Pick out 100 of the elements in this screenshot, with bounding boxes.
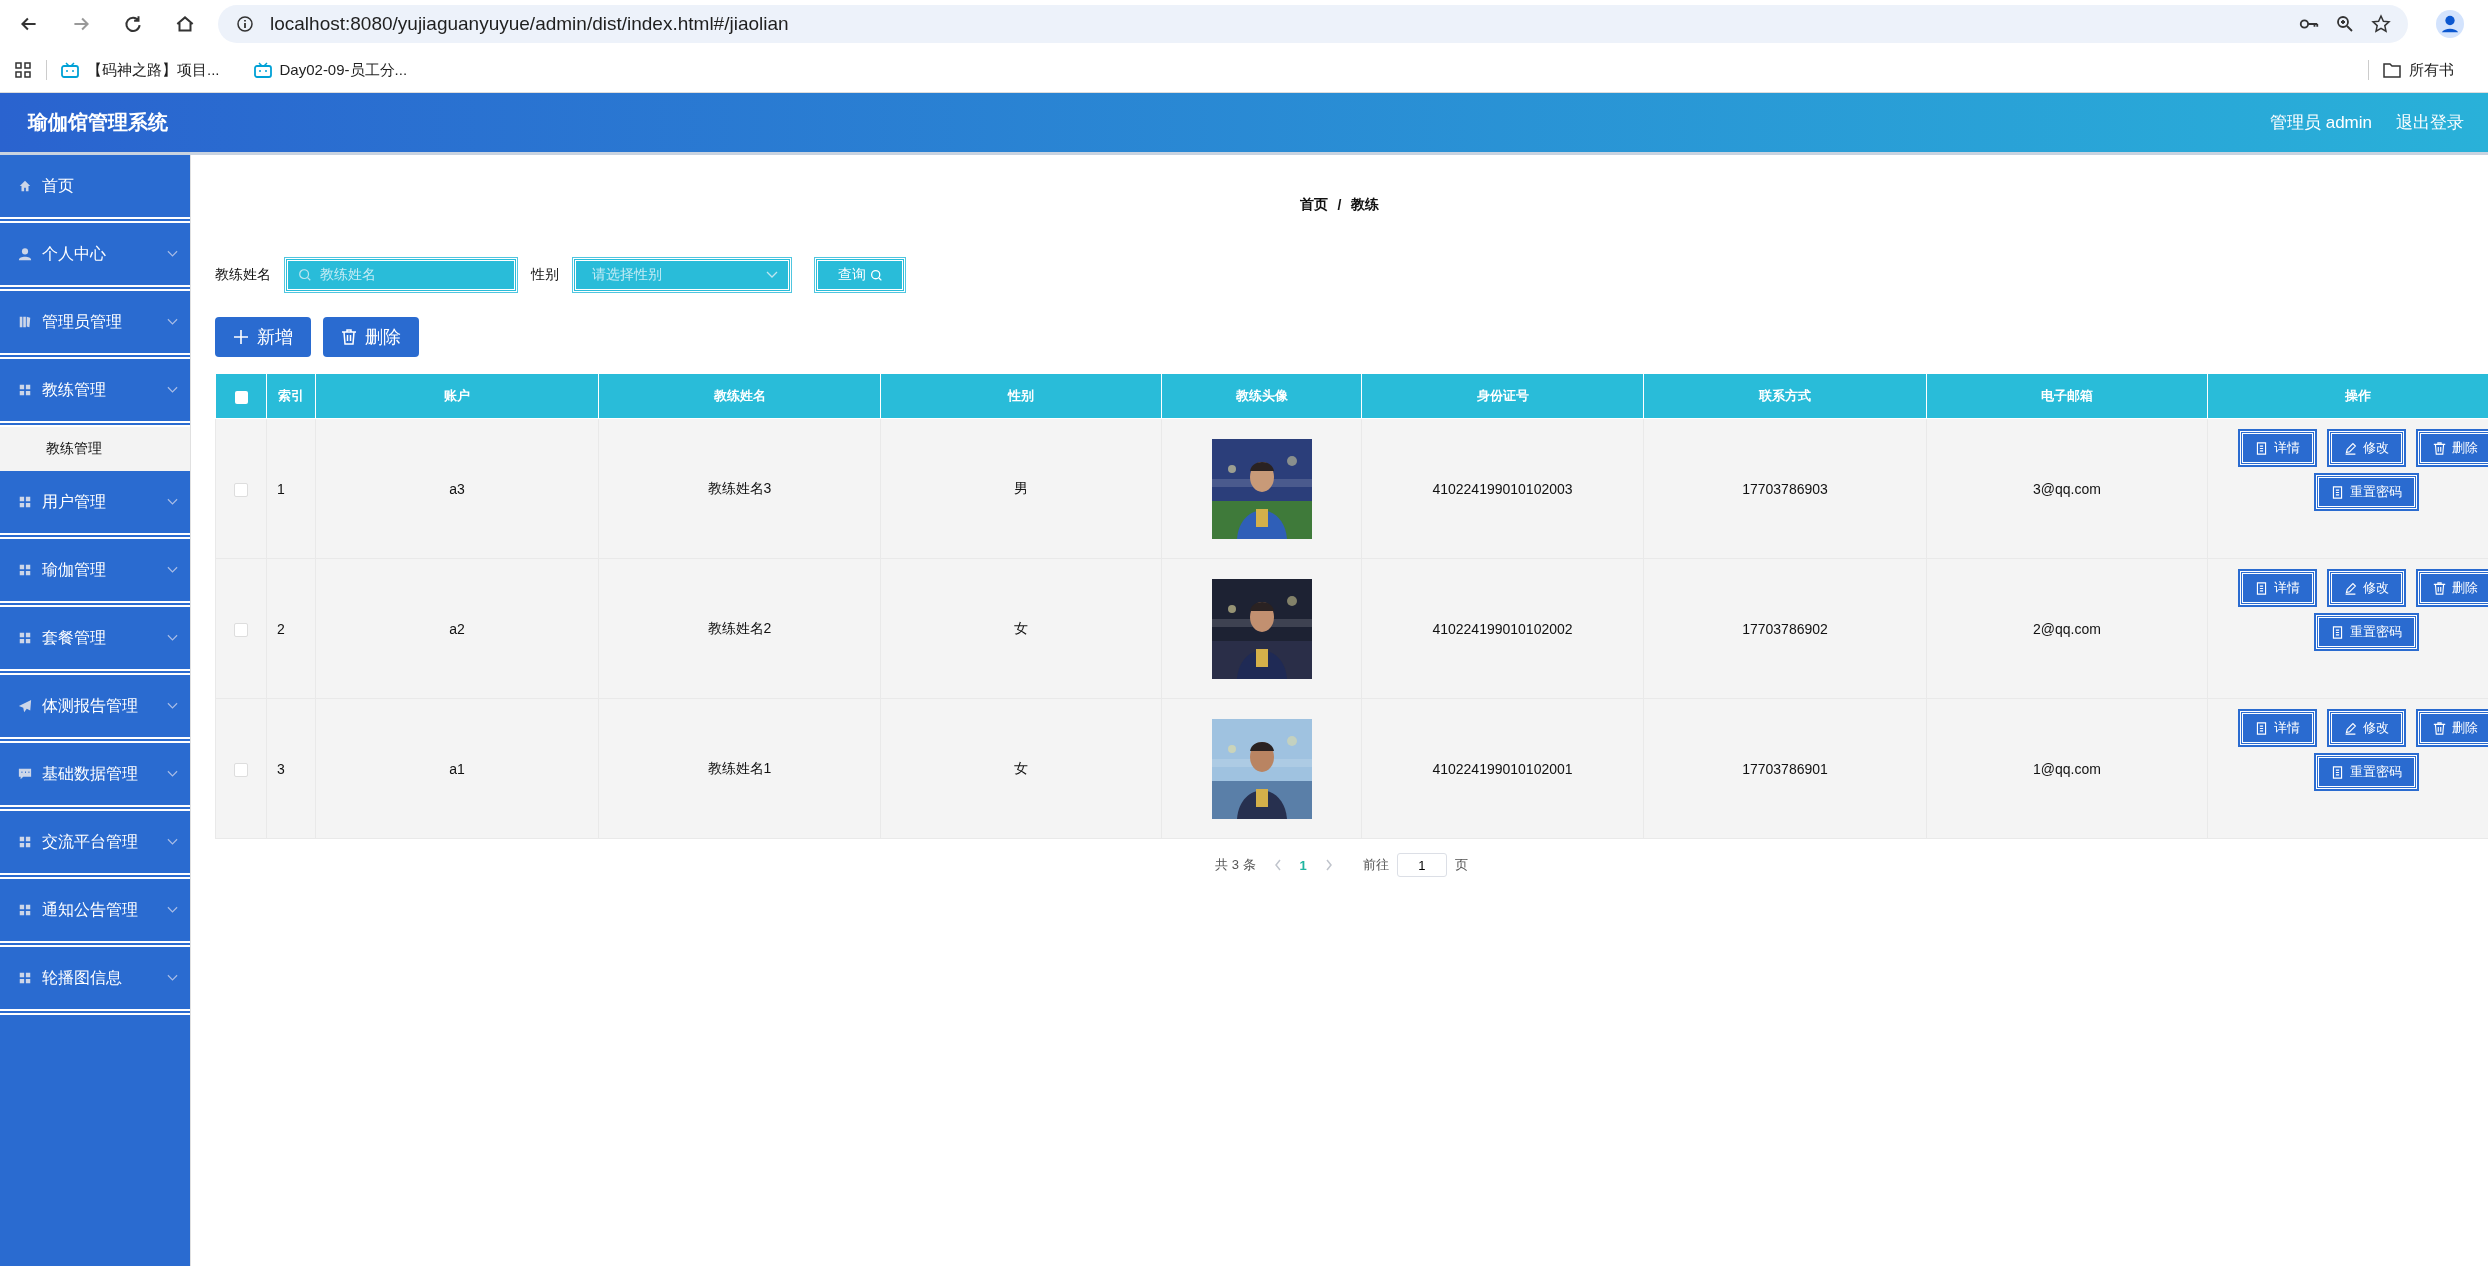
table-cell: 3@qq.com [1926, 418, 2208, 559]
chevron-icon [167, 770, 178, 778]
table-cell: a1 [315, 698, 599, 839]
column-header: 账户 [315, 373, 599, 419]
folder-icon [2383, 62, 2401, 78]
delete-button[interactable]: 删除 [2417, 571, 2488, 605]
app-title: 瑜伽馆管理系统 [28, 110, 168, 135]
menu-item[interactable]: 套餐管理 [0, 607, 190, 675]
table-cell: 1 [266, 418, 316, 559]
table-cell: 410224199010102001 [1361, 698, 1644, 839]
row-checkbox[interactable] [234, 482, 248, 497]
menu-item[interactable]: 交流平台管理 [0, 811, 190, 879]
table-cell: 17703786903 [1643, 418, 1927, 559]
edit-button[interactable]: 修改 [2328, 711, 2404, 745]
tv-icon [253, 62, 272, 78]
chevron-icon [167, 498, 178, 506]
chevron-icon [167, 838, 178, 846]
menu-item[interactable]: 体测报告管理 [0, 675, 190, 743]
detail-button[interactable]: 详情 [2239, 571, 2315, 605]
home-icon [18, 179, 32, 193]
breadcrumb-separator: / [1337, 197, 1342, 213]
menu-item[interactable]: 首页 [0, 155, 190, 223]
field-label: 性别 [531, 266, 559, 284]
menu-item[interactable]: 基础数据管理 [0, 743, 190, 811]
table-cell: 男 [880, 418, 1162, 559]
table-cell: 教练姓名3 [598, 418, 881, 559]
table-cell: 女 [880, 558, 1162, 699]
trash-icon [341, 329, 357, 345]
reset-password-button[interactable]: 重置密码 [2315, 755, 2417, 789]
column-header: 操作 [2207, 373, 2488, 419]
bookmark[interactable]: 【码神之路】项目... [61, 60, 220, 80]
page-input[interactable]: 1 [1396, 853, 1447, 877]
table-cell: 410224199010102003 [1361, 418, 1644, 559]
table-cell: a3 [315, 418, 599, 559]
tv-icon [61, 62, 79, 78]
field-label: 教练姓名 [215, 266, 271, 284]
delete-button[interactable]: 删除 [323, 317, 419, 357]
submenu-item[interactable]: 教练管理 [0, 427, 190, 471]
grid-icon [18, 495, 32, 509]
document-icon [2330, 765, 2344, 779]
chevron-icon [167, 250, 178, 258]
row-checkbox[interactable] [234, 762, 248, 777]
bookmark-folder[interactable]: 所有书 [2383, 60, 2454, 80]
apps-icon[interactable] [14, 62, 32, 78]
user-icon [18, 247, 32, 261]
chevron-icon [167, 386, 178, 394]
detail-button[interactable]: 详情 [2239, 431, 2315, 465]
admin-label: 管理员 admin [2269, 112, 2372, 134]
menu-item[interactable]: 通知公告管理 [0, 879, 190, 947]
column-header: 身份证号 [1361, 373, 1644, 419]
column-header: 性别 [880, 373, 1162, 419]
book-icon [18, 315, 32, 329]
menu-item[interactable]: 个人中心 [0, 223, 190, 291]
address-bar[interactable]: localhost:8080/yujiaguanyuyue/admin/dist/index.html#/jiaolian [218, 5, 2408, 43]
page-label: 页 [1454, 856, 1468, 874]
table-cell: 1@qq.com [1926, 698, 2208, 839]
star-icon[interactable] [2370, 14, 2392, 34]
add-button[interactable]: 新增 [215, 317, 311, 357]
grid-icon [18, 383, 32, 397]
chevron-icon [167, 318, 178, 326]
grid-icon [18, 563, 32, 577]
trash-icon [2432, 721, 2446, 735]
bookmark[interactable]: Day02-09-员工分... [253, 60, 408, 80]
delete-button[interactable]: 删除 [2417, 711, 2488, 745]
search-icon [869, 268, 883, 282]
menu-item[interactable]: 用户管理 [0, 471, 190, 539]
edit-button[interactable]: 修改 [2328, 431, 2404, 465]
menu-item[interactable]: 瑜伽管理 [0, 539, 190, 607]
profile-icon[interactable] [2436, 10, 2464, 38]
chevron-icon [167, 906, 178, 914]
plus-icon [233, 329, 249, 345]
pencil-icon [2343, 581, 2357, 595]
column-header: 索引 [266, 373, 316, 419]
chevron-icon [167, 634, 178, 642]
document-icon [2254, 721, 2268, 735]
reload-icon[interactable] [122, 13, 144, 35]
page-number[interactable]: 1 [1299, 857, 1307, 873]
edit-button[interactable]: 修改 [2328, 571, 2404, 605]
table-cell: 17703786902 [1643, 558, 1927, 699]
reset-password-button[interactable]: 重置密码 [2315, 475, 2417, 509]
chat-icon [18, 767, 32, 781]
pencil-icon [2343, 441, 2357, 455]
column-header: 教练头像 [1161, 373, 1362, 419]
row-checkbox[interactable] [234, 622, 248, 637]
menu-item[interactable]: 轮播图信息 [0, 947, 190, 1015]
select-all-checkbox[interactable] [234, 390, 248, 404]
chevron-icon [167, 566, 178, 574]
detail-button[interactable]: 详情 [2239, 711, 2315, 745]
document-icon [2254, 441, 2268, 455]
goto-label: 前往 [1362, 856, 1389, 874]
delete-button[interactable]: 删除 [2417, 431, 2488, 465]
grid-icon [18, 971, 32, 985]
reset-password-button[interactable]: 重置密码 [2315, 615, 2417, 649]
chevron-icon [766, 271, 778, 279]
menu-item[interactable]: 管理员管理 [0, 291, 190, 359]
table-cell: 2 [266, 558, 316, 699]
document-icon [2254, 581, 2268, 595]
breadcrumb-item[interactable]: 首页 [1299, 196, 1328, 214]
trash-icon [2432, 581, 2446, 595]
table-cell: 2@qq.com [1926, 558, 2208, 699]
